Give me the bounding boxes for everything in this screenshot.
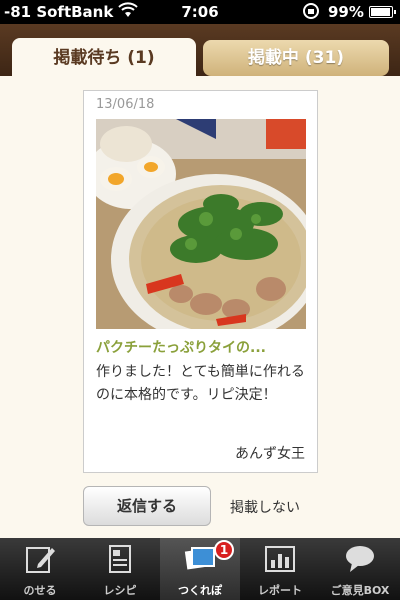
tab-published[interactable]: 掲載中 (31) xyxy=(203,40,389,76)
tab-recipe[interactable]: レシピ xyxy=(80,538,160,600)
reply-button[interactable]: 返信する xyxy=(83,486,211,526)
notification-badge: 1 xyxy=(214,540,234,560)
tab-label: ご意見BOX xyxy=(330,584,390,597)
battery-percent: 99% xyxy=(328,3,364,21)
tab-label: のせる xyxy=(23,584,57,597)
report-comment: 作りました！とても簡単に作れるのに本格的です。リピ決定！ xyxy=(96,364,305,403)
post-date: 13/06/18 xyxy=(96,97,155,112)
tab-label: つくれぽ xyxy=(178,584,222,597)
tab-label: レポート xyxy=(258,584,302,597)
tab-tsukurepo[interactable]: 1 つくれぽ xyxy=(160,538,240,600)
tab-report[interactable]: レポート xyxy=(240,538,320,600)
status-bar: -81 SoftBank 7:06 99% xyxy=(0,0,400,24)
author-name: あんず女王 xyxy=(235,446,305,462)
segment-header: 掲載待ち (1) 掲載中 (31) xyxy=(0,24,400,80)
tsukurepo-card: 13/06/18 パクチーたっぷりタイの... 作りました！とても簡単に作れるの… xyxy=(83,90,318,473)
speech-bubble-icon xyxy=(344,544,376,574)
photo-icon xyxy=(184,544,216,574)
tab-feedback[interactable]: ご意見BOX xyxy=(320,538,400,600)
rotation-lock-icon xyxy=(302,2,320,24)
bottom-tab-bar: のせる レシピ 1 つくれぽ レポート ご意見BOX xyxy=(0,538,400,600)
tab-noseru[interactable]: のせる xyxy=(0,538,80,600)
tab-label: レシピ xyxy=(103,584,137,597)
pencil-icon xyxy=(24,544,56,574)
battery-icon xyxy=(369,6,396,18)
dish-photo[interactable] xyxy=(96,119,306,329)
do-not-publish-link[interactable]: 掲載しない xyxy=(230,497,300,517)
recipe-title-link[interactable]: パクチーたっぷりタイの... xyxy=(96,337,308,357)
recipe-icon xyxy=(104,544,136,574)
tab-pending[interactable]: 掲載待ち (1) xyxy=(12,38,196,80)
report-chart-icon xyxy=(264,544,296,574)
